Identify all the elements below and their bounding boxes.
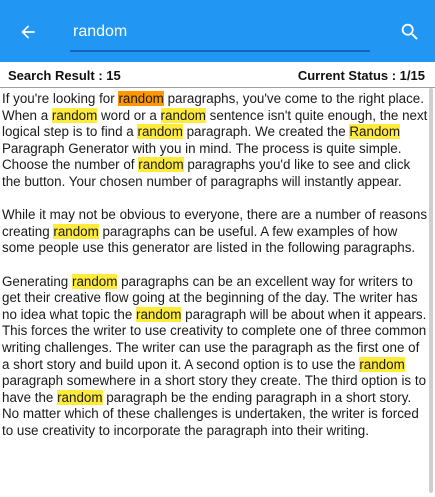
back-button[interactable] [14, 18, 42, 46]
match-highlight: random [57, 389, 103, 405]
paragraph-text: If you're looking for [2, 91, 119, 106]
arrow-left-icon [21, 25, 35, 39]
scrollbar[interactable] [429, 88, 433, 493]
search-field[interactable] [70, 14, 370, 52]
search-result-count: Search Result : 15 [8, 68, 121, 83]
match-highlight: Random [349, 124, 401, 140]
search-icon [401, 23, 418, 40]
paragraph-text: word or a [97, 107, 161, 123]
paragraph-text: paragraph. We created the [182, 124, 350, 140]
status-row: Search Result : 15 Current Status : 1/15 [0, 62, 435, 88]
match-highlight: random [137, 124, 183, 140]
match-highlight: random [53, 223, 99, 239]
current-match-highlight: random [118, 91, 164, 106]
search-input[interactable] [70, 14, 370, 48]
match-highlight: random [136, 306, 182, 322]
match-highlight: random [138, 157, 184, 173]
match-highlight: random [51, 107, 98, 123]
app-bar [0, 0, 435, 62]
paragraph-text: Generating [2, 273, 72, 289]
scrollbar-thumb[interactable] [429, 88, 433, 493]
text-content: If you're looking for random paragraphs,… [2, 91, 430, 456]
match-highlight: random [359, 356, 405, 372]
match-highlight: random [71, 273, 118, 289]
search-button[interactable] [396, 18, 424, 46]
paragraph: While it may not be obvious to everyone,… [2, 207, 430, 257]
paragraph: If you're looking for random paragraphs,… [2, 91, 430, 191]
paragraph: Generating random paragraphs can be an e… [2, 273, 430, 440]
current-status: Current Status : 1/15 [297, 68, 425, 83]
match-highlight: random [160, 107, 206, 123]
